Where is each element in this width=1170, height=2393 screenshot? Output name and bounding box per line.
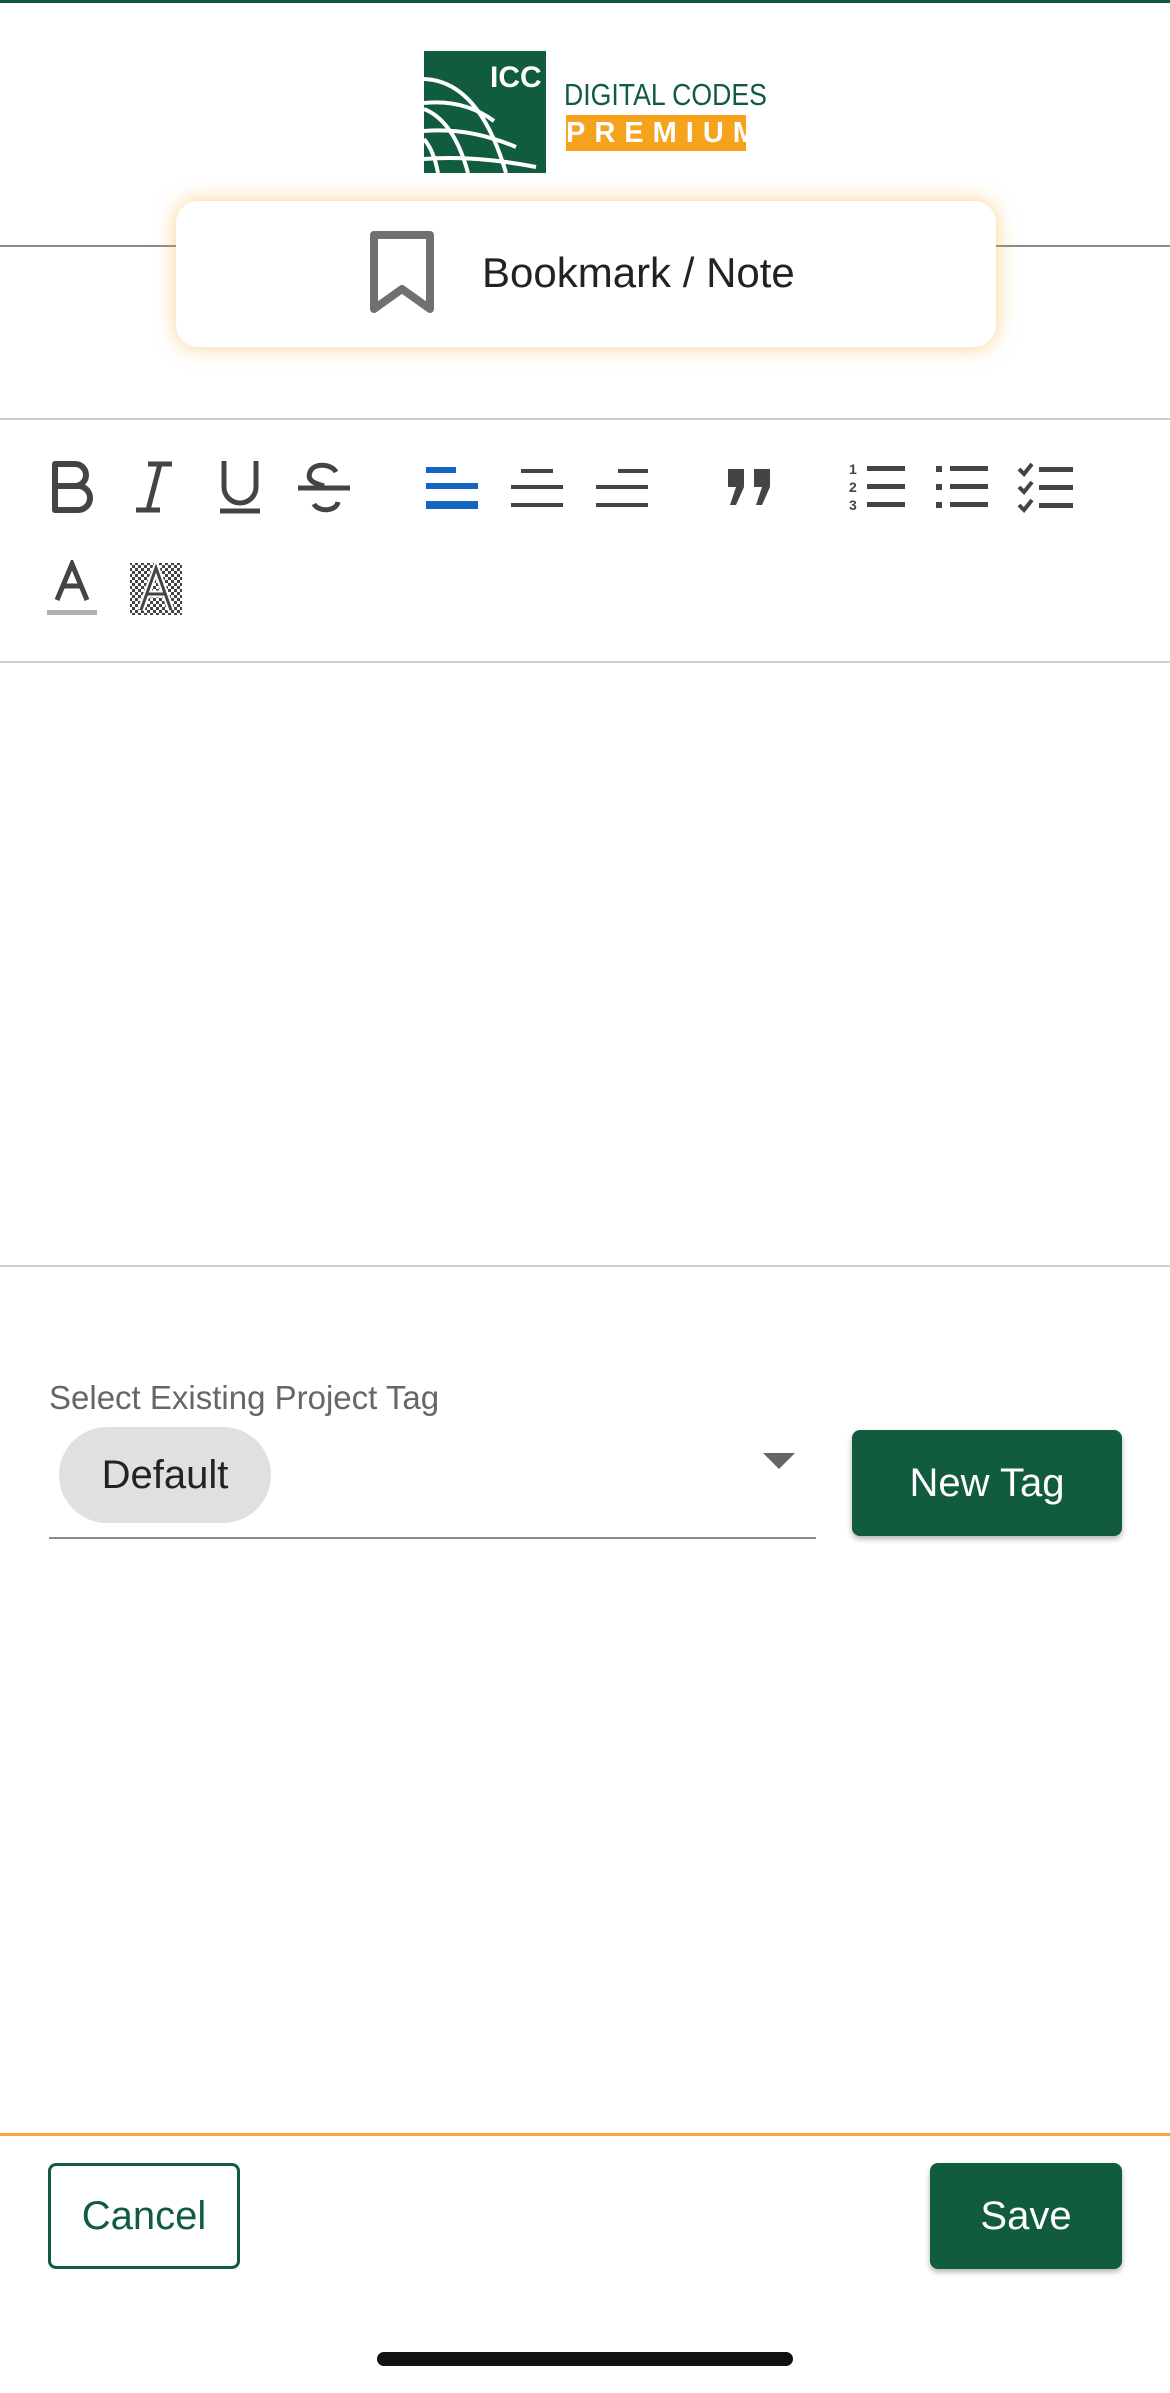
icc-digital-codes-logo: ICC DIGITAL CODES PREMIUM [422,51,767,174]
bold-icon [49,460,95,519]
footer-divider [0,2133,1170,2136]
align-center-icon [509,463,565,516]
align-left-button[interactable] [420,457,484,521]
logo-line-digital-codes: DIGITAL CODES [564,77,767,112]
align-right-icon [594,463,650,516]
logo-icc-text: ICC [490,61,542,94]
ordered-list-button[interactable]: 1 2 3 [846,457,910,521]
italic-button[interactable] [122,457,186,521]
highlight-color-button[interactable] [124,557,188,623]
bold-button[interactable] [40,457,104,521]
checklist-icon [1017,461,1075,518]
svg-text:1: 1 [849,461,857,477]
logo-line-premium: PREMIUM [566,115,766,151]
text-color-button[interactable] [40,557,104,623]
bookmark-note-title: Bookmark / Note [482,249,795,296]
icc-globe-logo-mark: ICC [422,51,546,174]
cancel-button[interactable]: Cancel [48,2163,240,2269]
note-editor[interactable] [0,663,1170,1265]
strikethrough-button[interactable] [292,457,356,521]
bookmark-note-header: Bookmark / Note [176,201,996,347]
align-left-icon [424,463,480,516]
toolbar-top-divider [0,418,1170,420]
checklist-button[interactable] [1014,457,1078,521]
save-button[interactable]: Save [930,2163,1122,2269]
blockquote-button[interactable] [718,457,782,521]
quote-icon [724,465,776,514]
align-right-button[interactable] [590,457,654,521]
editor-bottom-divider [0,1265,1170,1267]
strikethrough-icon [296,460,352,519]
highlight-icon [129,557,183,621]
italic-icon [132,460,176,519]
underline-icon [218,459,262,520]
project-tag-label: Select Existing Project Tag [49,1379,440,1416]
text-color-icon [47,557,97,623]
bullet-list-icon [934,462,990,517]
new-tag-button[interactable]: New Tag [852,1430,1122,1536]
tag-chip-default[interactable]: Default [59,1427,271,1523]
svg-text:3: 3 [849,497,857,513]
svg-text:2: 2 [849,479,857,495]
underline-button[interactable] [208,457,272,521]
dropdown-caret-icon[interactable] [763,1453,795,1469]
align-center-button[interactable] [505,457,569,521]
bookmark-note-dialog: ICC DIGITAL CODES PREMIUM Bookmark / Not… [0,0,1170,2290]
bullet-list-button[interactable] [930,457,994,521]
bookmark-icon [368,231,436,320]
home-indicator[interactable] [377,2352,793,2366]
project-tag-select[interactable]: Default [49,1423,816,1539]
ordered-list-icon: 1 2 3 [849,460,907,519]
